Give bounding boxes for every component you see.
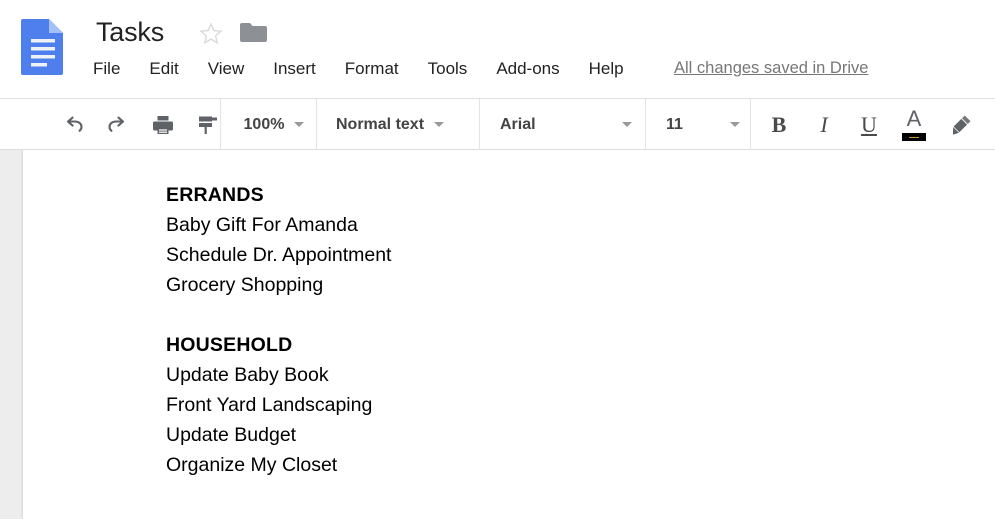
document-line: ERRANDS [166, 184, 264, 206]
menu-item-file[interactable]: File [93, 58, 120, 80]
menu-item-insert[interactable]: Insert [273, 58, 316, 80]
chevron-down-icon [434, 122, 445, 127]
toolbar-divider [316, 99, 317, 150]
document-line: HOUSEHOLD [166, 334, 293, 356]
toolbar-divider [645, 99, 646, 150]
font-family-value: Arial [500, 115, 536, 133]
paint-format-icon[interactable] [193, 110, 223, 140]
paragraph-style-dropdown[interactable]: Normal text [336, 99, 476, 150]
formatting-toolbar: 100% Normal text Arial 11 B I U A [0, 98, 995, 150]
document-line: Baby Gift For Amanda [166, 214, 358, 236]
document-title[interactable]: Tasks [96, 16, 164, 48]
menu-item-add-ons[interactable]: Add-ons [496, 58, 559, 80]
app-header: Tasks File Edit View Insert Format Tools… [0, 0, 995, 98]
chevron-down-icon [622, 122, 632, 127]
folder-icon[interactable] [240, 22, 267, 44]
document-line-blank [166, 300, 866, 330]
font-family-dropdown[interactable]: Arial [500, 99, 632, 150]
toolbar-divider [479, 99, 480, 150]
toolbar-divider [750, 99, 751, 150]
menu-item-tools[interactable]: Tools [428, 58, 468, 80]
menu-item-view[interactable]: View [208, 58, 245, 80]
text-color-button[interactable]: A [896, 99, 932, 150]
chevron-down-icon [294, 122, 305, 127]
print-icon[interactable] [148, 110, 178, 140]
highlighter-pen-icon[interactable] [944, 99, 978, 150]
menu-item-help[interactable]: Help [589, 58, 624, 80]
document-page[interactable]: ERRANDS Baby Gift For Amanda Schedule Dr… [23, 150, 995, 519]
document-workspace: ERRANDS Baby Gift For Amanda Schedule Dr… [0, 150, 995, 519]
toolbar-divider [220, 99, 221, 150]
font-size-dropdown[interactable]: 11 [666, 99, 740, 150]
document-line: Schedule Dr. Appointment [166, 244, 392, 266]
italic-button[interactable]: I [807, 99, 841, 150]
menu-item-format[interactable]: Format [345, 58, 399, 80]
bold-label: B [771, 111, 787, 137]
zoom-level-dropdown[interactable]: 100% [232, 99, 316, 150]
font-size-value: 11 [666, 115, 683, 133]
bold-button[interactable]: B [762, 99, 796, 150]
document-line: Organize My Closet [166, 454, 338, 476]
save-status-link[interactable]: All changes saved in Drive [674, 57, 868, 79]
undo-icon[interactable] [58, 110, 88, 140]
document-line: Update Baby Book [166, 364, 329, 386]
italic-label: I [820, 111, 828, 137]
document-text-body[interactable]: ERRANDS Baby Gift For Amanda Schedule Dr… [166, 180, 866, 480]
star-icon[interactable] [198, 21, 224, 47]
text-color-label: A [906, 106, 922, 131]
menu-item-edit[interactable]: Edit [149, 58, 178, 80]
redo-icon[interactable] [103, 110, 133, 140]
document-line: Front Yard Landscaping [166, 394, 373, 416]
text-color-swatch [902, 133, 926, 141]
paragraph-style-value: Normal text [336, 115, 425, 133]
google-docs-icon[interactable] [21, 17, 65, 75]
zoom-level-value: 100% [243, 115, 285, 133]
document-line: Grocery Shopping [166, 274, 324, 296]
underline-button[interactable]: U [852, 99, 886, 150]
menu-bar: File Edit View Insert Format Tools Add-o… [93, 56, 653, 82]
underline-label: U [861, 111, 877, 137]
chevron-down-icon [730, 122, 740, 127]
document-line: Update Budget [166, 424, 297, 446]
